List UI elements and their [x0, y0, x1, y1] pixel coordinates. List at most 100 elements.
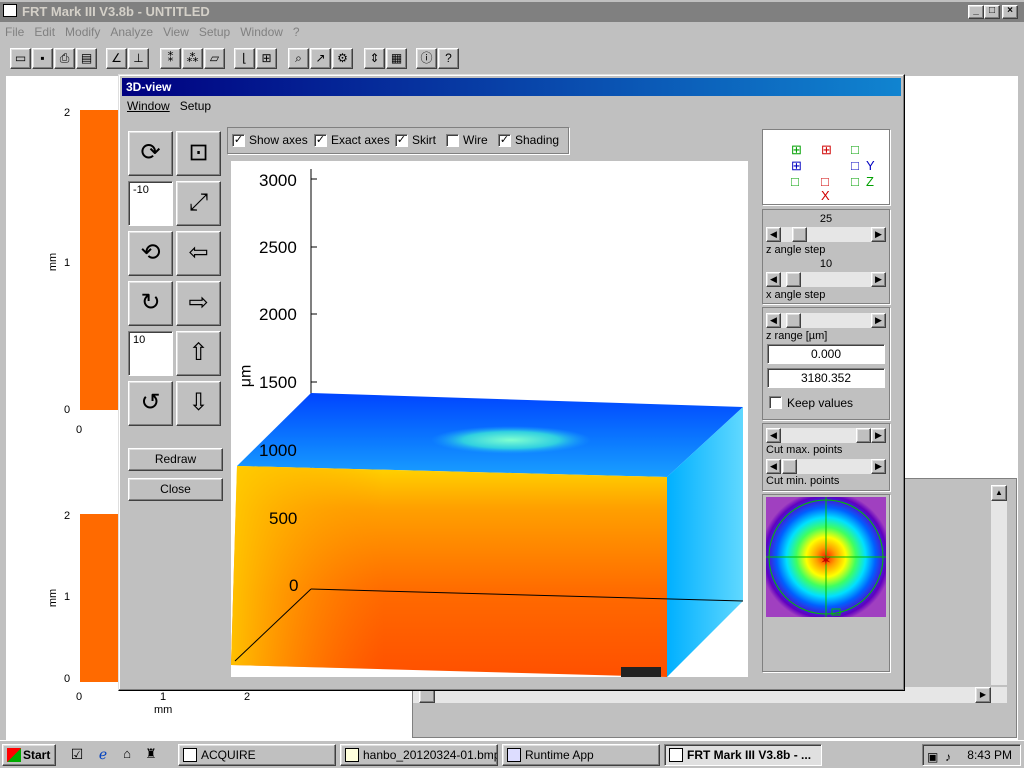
- task-bitmap[interactable]: hanbo_20120324-01.bmp ...: [340, 744, 498, 766]
- slider-right-icon[interactable]: ▶: [871, 459, 886, 474]
- menu-file[interactable]: File: [0, 23, 29, 41]
- volume-icon[interactable]: ♪: [945, 747, 951, 767]
- clock[interactable]: 8:43 PM: [967, 748, 1012, 762]
- scroll-up-icon[interactable]: ▲: [991, 485, 1007, 501]
- report-icon[interactable]: ▦: [386, 48, 407, 69]
- slider-right-icon[interactable]: ▶: [871, 428, 886, 443]
- arrow-down-icon[interactable]: ⇩: [176, 381, 221, 426]
- slider-thumb[interactable]: [856, 428, 871, 443]
- measure-icon[interactable]: ↗: [310, 48, 331, 69]
- info-icon[interactable]: ⓘ: [416, 48, 437, 69]
- rotate-ccw-horizontal-icon[interactable]: ⟲: [128, 231, 173, 276]
- axis-box-icon[interactable]: □: [821, 174, 829, 189]
- save-icon[interactable]: ▪: [32, 48, 53, 69]
- close-button[interactable]: Close: [128, 478, 223, 501]
- cut-max-slider[interactable]: ◀ ▶: [766, 428, 886, 443]
- shading-checkbox[interactable]: ✓: [498, 134, 511, 147]
- x-angle-field[interactable]: -10: [128, 181, 173, 226]
- wire-checkbox[interactable]: [446, 134, 459, 147]
- z-range-slider[interactable]: ◀ ▶: [766, 313, 886, 328]
- task-frt[interactable]: FRT Mark III V3.8b - ...: [664, 744, 822, 766]
- slider-right-icon[interactable]: ▶: [871, 272, 886, 287]
- axis-selector[interactable]: ⊞ ⊞ □ ⊞ □ Y □ □ □ Z X: [762, 129, 890, 205]
- vertical-scrollbar[interactable]: ▲: [991, 485, 1007, 685]
- slider-thumb[interactable]: [786, 313, 801, 328]
- arrow-left-icon[interactable]: ⇦: [176, 231, 221, 276]
- main-title-bar[interactable]: FRT Mark III V3.8b - UNTITLED: [0, 2, 1024, 22]
- menu-help[interactable]: ?: [288, 23, 305, 41]
- z-angle-step-slider[interactable]: ◀ ▶: [766, 227, 886, 242]
- task-runtime[interactable]: Runtime App: [502, 744, 660, 766]
- slider-right-icon[interactable]: ▶: [871, 227, 886, 242]
- slider-left-icon[interactable]: ◀: [766, 313, 781, 328]
- slider-right-icon[interactable]: ▶: [871, 313, 886, 328]
- scale-icon[interactable]: ⇕: [364, 48, 385, 69]
- explorer-icon[interactable]: ⌂: [118, 746, 136, 764]
- slider-left-icon[interactable]: ◀: [766, 459, 781, 474]
- slider-left-icon[interactable]: ◀: [766, 227, 781, 242]
- axis-box-icon[interactable]: □: [851, 142, 859, 157]
- shrink-icon[interactable]: ⊡: [176, 131, 221, 176]
- app-icon[interactable]: [3, 4, 17, 17]
- section-icon[interactable]: ⊞: [256, 48, 277, 69]
- quicklaunch-icon[interactable]: ♜: [142, 746, 160, 764]
- keep-values-checkbox[interactable]: [769, 396, 782, 409]
- rotate-down-icon[interactable]: ↺: [128, 381, 173, 426]
- dialog-title-bar[interactable]: 3D-view: [122, 78, 901, 96]
- zoom-icon[interactable]: ⌕: [288, 48, 309, 69]
- axis-box-icon[interactable]: □: [851, 158, 859, 173]
- slider-thumb[interactable]: [786, 272, 801, 287]
- z-range-min-field[interactable]: 0.000: [767, 344, 885, 364]
- help-icon[interactable]: ?: [438, 48, 459, 69]
- cut-min-slider[interactable]: ◀ ▶: [766, 459, 886, 474]
- dialog-menu-window[interactable]: Window: [122, 97, 175, 115]
- menu-window[interactable]: Window: [235, 23, 288, 41]
- settings-icon[interactable]: ⚙: [332, 48, 353, 69]
- level-tool-icon[interactable]: ⊥: [128, 48, 149, 69]
- menu-modify[interactable]: Modify: [60, 23, 105, 41]
- arrow-right-icon[interactable]: ⇨: [176, 281, 221, 326]
- skirt-checkbox[interactable]: ✓: [395, 134, 408, 147]
- slider-thumb[interactable]: [792, 227, 807, 242]
- menu-analyze[interactable]: Analyze: [105, 23, 158, 41]
- x-angle-step-slider[interactable]: ◀ ▶: [766, 272, 886, 287]
- slider-left-icon[interactable]: ◀: [766, 428, 781, 443]
- menu-setup[interactable]: Setup: [194, 23, 235, 41]
- z-range-max-field[interactable]: 3180.352: [767, 368, 885, 388]
- dialog-menu-setup[interactable]: Setup: [175, 97, 216, 115]
- export-icon[interactable]: ▤: [76, 48, 97, 69]
- profile-icon[interactable]: ⌊: [234, 48, 255, 69]
- axis-box-icon[interactable]: □: [791, 174, 799, 189]
- network-icon[interactable]: ▣: [927, 747, 938, 767]
- topview-preview[interactable]: ✶: [766, 497, 886, 617]
- maximize-button[interactable]: □: [984, 5, 1000, 19]
- close-window-button[interactable]: ×: [1002, 5, 1018, 19]
- task-acquire[interactable]: ACQUIRE: [178, 744, 336, 766]
- filter-tool-icon[interactable]: ⁑: [160, 48, 181, 69]
- menu-edit[interactable]: Edit: [29, 23, 60, 41]
- z-angle-field[interactable]: 10: [128, 331, 173, 376]
- print-icon[interactable]: ⎙: [54, 48, 75, 69]
- show-axes-checkbox[interactable]: ✓: [232, 134, 245, 147]
- rotate-cw-horizontal-icon[interactable]: ⟳: [128, 131, 173, 176]
- axis-grid-icon[interactable]: ⊞: [791, 142, 802, 158]
- start-button[interactable]: Start: [2, 744, 56, 766]
- kernel-tool-icon[interactable]: ⁂: [182, 48, 203, 69]
- axis-grid-icon[interactable]: ⊞: [821, 142, 832, 158]
- redraw-button[interactable]: Redraw: [128, 448, 223, 471]
- expand-icon[interactable]: ⤢: [176, 181, 221, 226]
- tilt-tool-icon[interactable]: ▱: [204, 48, 225, 69]
- menu-view[interactable]: View: [158, 23, 194, 41]
- scroll-right-icon[interactable]: ▶: [975, 687, 991, 703]
- slider-left-icon[interactable]: ◀: [766, 272, 781, 287]
- open-folder-icon[interactable]: ▭: [10, 48, 31, 69]
- browser-icon[interactable]: ℯ: [94, 746, 112, 764]
- axis-box-icon[interactable]: □: [851, 174, 859, 189]
- axis-grid-icon[interactable]: ⊞: [791, 158, 802, 174]
- arrow-up-icon[interactable]: ⇧: [176, 331, 221, 376]
- rotate-up-icon[interactable]: ↻: [128, 281, 173, 326]
- slider-thumb[interactable]: [782, 459, 797, 474]
- minimize-button[interactable]: _: [968, 5, 984, 19]
- 3d-surface-plot[interactable]: 3000 2500 2000 1500 1000 500 0 μm: [231, 161, 748, 677]
- desktop-icon[interactable]: ☑: [68, 746, 86, 764]
